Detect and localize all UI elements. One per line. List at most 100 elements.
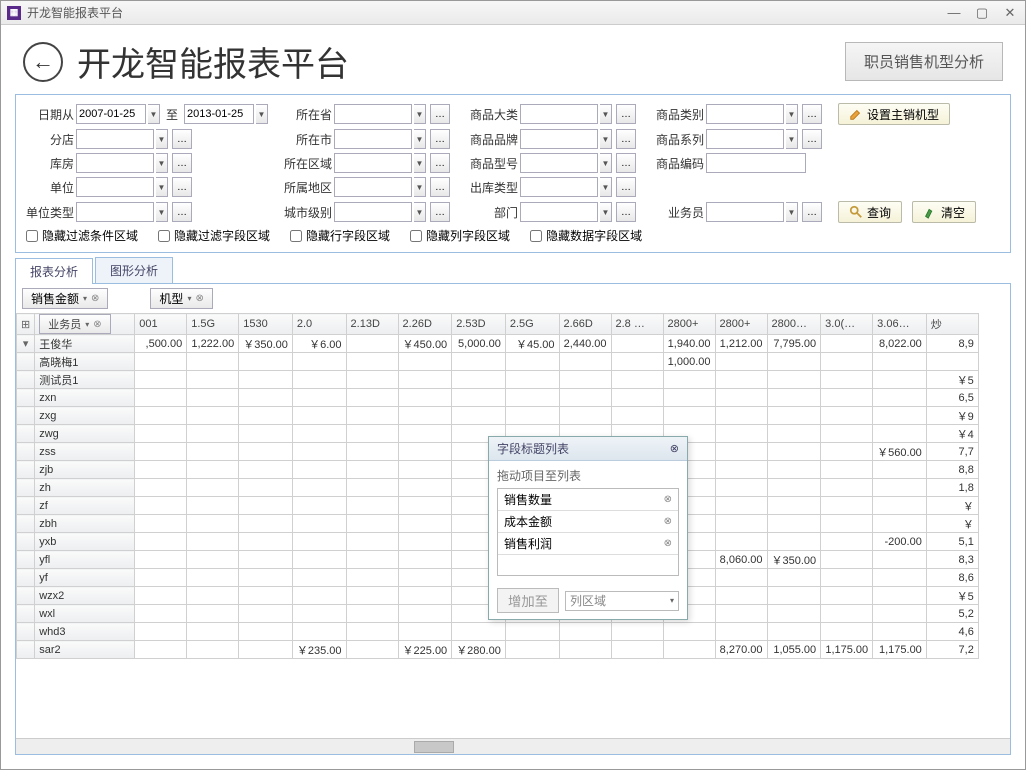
data-cell[interactable]: [505, 641, 559, 659]
data-cell[interactable]: [187, 407, 239, 425]
data-cell[interactable]: [398, 587, 452, 605]
dropdown-icon[interactable]: ▼: [786, 129, 798, 149]
expand-row[interactable]: [17, 551, 35, 569]
data-cell[interactable]: [135, 443, 187, 461]
data-cell[interactable]: [292, 479, 346, 497]
row-header[interactable]: wzx2: [35, 587, 135, 605]
dropdown-icon[interactable]: ▼: [414, 177, 426, 197]
data-cell[interactable]: [346, 515, 398, 533]
lookup-button[interactable]: …: [172, 177, 192, 197]
data-cell[interactable]: [346, 641, 398, 659]
chip-close-icon[interactable]: ⊗: [195, 293, 203, 304]
hide-data-field-checkbox[interactable]: 隐藏数据字段区域: [530, 227, 642, 244]
data-cell[interactable]: [873, 425, 927, 443]
data-cell[interactable]: [715, 389, 767, 407]
unit-input[interactable]: [76, 177, 154, 197]
data-cell[interactable]: [239, 443, 293, 461]
row-header[interactable]: yfl: [35, 551, 135, 569]
data-cell[interactable]: 1,175.00: [821, 641, 873, 659]
data-cell[interactable]: [767, 461, 821, 479]
field-item[interactable]: 销售数量⊗: [498, 489, 678, 511]
data-cell[interactable]: [187, 443, 239, 461]
bigcat-input[interactable]: [520, 104, 598, 124]
data-cell[interactable]: [505, 407, 559, 425]
data-cell[interactable]: [398, 389, 452, 407]
data-cell[interactable]: [292, 389, 346, 407]
dropdown-icon[interactable]: ▼: [156, 202, 168, 222]
row-header[interactable]: zxn: [35, 389, 135, 407]
dropdown-icon[interactable]: ▼: [148, 104, 160, 124]
data-cell[interactable]: [505, 389, 559, 407]
data-cell[interactable]: [767, 425, 821, 443]
lookup-button[interactable]: …: [616, 153, 636, 173]
data-cell[interactable]: ￥225.00: [398, 641, 452, 659]
data-cell[interactable]: [239, 425, 293, 443]
area-input[interactable]: [334, 177, 412, 197]
prodcat-input[interactable]: [706, 104, 784, 124]
data-cell[interactable]: [239, 407, 293, 425]
data-cell[interactable]: [187, 515, 239, 533]
code-input[interactable]: [706, 153, 806, 173]
dropdown-icon[interactable]: ▼: [600, 129, 612, 149]
col-header[interactable]: 2.13D: [346, 314, 398, 335]
data-cell[interactable]: [767, 569, 821, 587]
data-cell[interactable]: [767, 605, 821, 623]
data-cell[interactable]: [239, 389, 293, 407]
data-cell[interactable]: [715, 461, 767, 479]
data-cell[interactable]: [346, 623, 398, 641]
data-cell[interactable]: [292, 587, 346, 605]
data-cell[interactable]: [135, 623, 187, 641]
data-cell[interactable]: [346, 551, 398, 569]
data-cell[interactable]: 6,5: [926, 389, 978, 407]
data-cell[interactable]: [559, 641, 611, 659]
dropdown-icon[interactable]: ▼: [786, 202, 798, 222]
data-cell[interactable]: [135, 551, 187, 569]
data-cell[interactable]: [715, 479, 767, 497]
data-cell[interactable]: [821, 533, 873, 551]
col-header[interactable]: 炒: [926, 314, 978, 335]
data-cell[interactable]: [187, 641, 239, 659]
lookup-button[interactable]: …: [616, 104, 636, 124]
data-cell[interactable]: [398, 515, 452, 533]
row-header[interactable]: 王俊华: [35, 335, 135, 353]
data-cell[interactable]: [663, 371, 715, 389]
minimize-icon[interactable]: —: [945, 5, 963, 21]
data-cell[interactable]: [187, 623, 239, 641]
data-cell[interactable]: [767, 515, 821, 533]
dept-input[interactable]: [520, 202, 598, 222]
data-cell[interactable]: [663, 623, 715, 641]
data-cell[interactable]: ￥45.00: [505, 335, 559, 353]
data-cell[interactable]: [292, 533, 346, 551]
data-cell[interactable]: [346, 497, 398, 515]
lookup-button[interactable]: …: [430, 129, 450, 149]
data-cell[interactable]: [239, 479, 293, 497]
data-cell[interactable]: [398, 623, 452, 641]
row-header[interactable]: zf: [35, 497, 135, 515]
data-cell[interactable]: ￥350.00: [767, 551, 821, 569]
expand-all[interactable]: ⊞: [17, 314, 35, 335]
branch-input[interactable]: [76, 129, 154, 149]
data-cell[interactable]: [187, 587, 239, 605]
data-cell[interactable]: [187, 533, 239, 551]
data-cell[interactable]: [292, 461, 346, 479]
expand-row[interactable]: [17, 623, 35, 641]
data-cell[interactable]: ￥560.00: [873, 443, 927, 461]
row-header[interactable]: zss: [35, 443, 135, 461]
col-header[interactable]: 2.8 …: [611, 314, 663, 335]
lookup-button[interactable]: …: [430, 153, 450, 173]
data-cell[interactable]: [821, 569, 873, 587]
data-cell[interactable]: [767, 371, 821, 389]
region-input[interactable]: [334, 153, 412, 173]
data-cell[interactable]: [821, 371, 873, 389]
data-cell[interactable]: [715, 569, 767, 587]
horizontal-scrollbar[interactable]: [16, 738, 1010, 754]
data-cell[interactable]: [873, 515, 927, 533]
col-header[interactable]: 2800…: [767, 314, 821, 335]
data-cell[interactable]: 1,175.00: [873, 641, 927, 659]
data-cell[interactable]: ￥280.00: [452, 641, 506, 659]
data-cell[interactable]: [187, 479, 239, 497]
dropdown-icon[interactable]: ▼: [414, 202, 426, 222]
province-input[interactable]: [334, 104, 412, 124]
row-header[interactable]: wxl: [35, 605, 135, 623]
chip-close-icon[interactable]: ⊗: [664, 538, 672, 549]
